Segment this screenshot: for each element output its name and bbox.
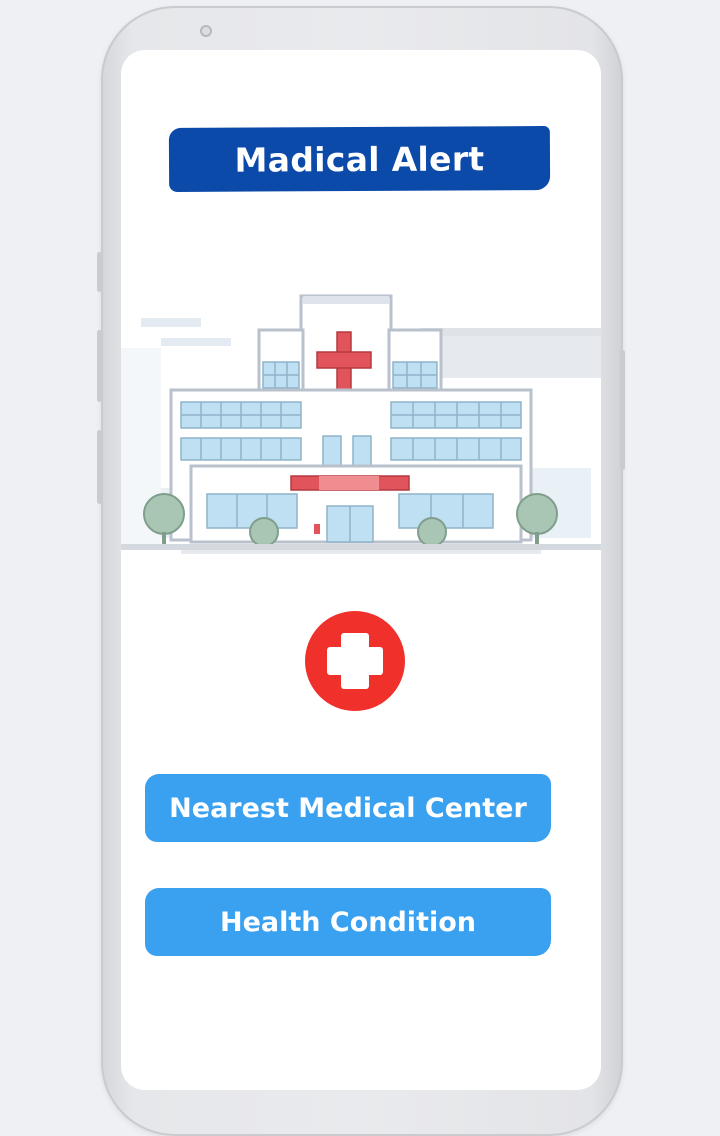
red-cross-icon	[305, 611, 405, 711]
phone-side-button	[97, 252, 102, 292]
app-title: Madical Alert	[234, 138, 485, 180]
app-screen: Madical Alert Nearest Medical Center Hea…	[121, 50, 601, 1090]
hospital-illustration	[121, 294, 601, 554]
nearest-medical-center-label: Nearest Medical Center	[169, 792, 527, 824]
app-title-bar: Madical Alert	[168, 126, 551, 192]
health-condition-button[interactable]: Health Condition	[145, 888, 551, 956]
phone-side-button	[97, 330, 102, 402]
front-camera	[200, 25, 212, 37]
phone-side-button	[97, 430, 102, 504]
nearest-medical-center-button[interactable]: Nearest Medical Center	[145, 774, 551, 842]
health-condition-label: Health Condition	[219, 906, 476, 938]
phone-side-button	[620, 350, 625, 470]
